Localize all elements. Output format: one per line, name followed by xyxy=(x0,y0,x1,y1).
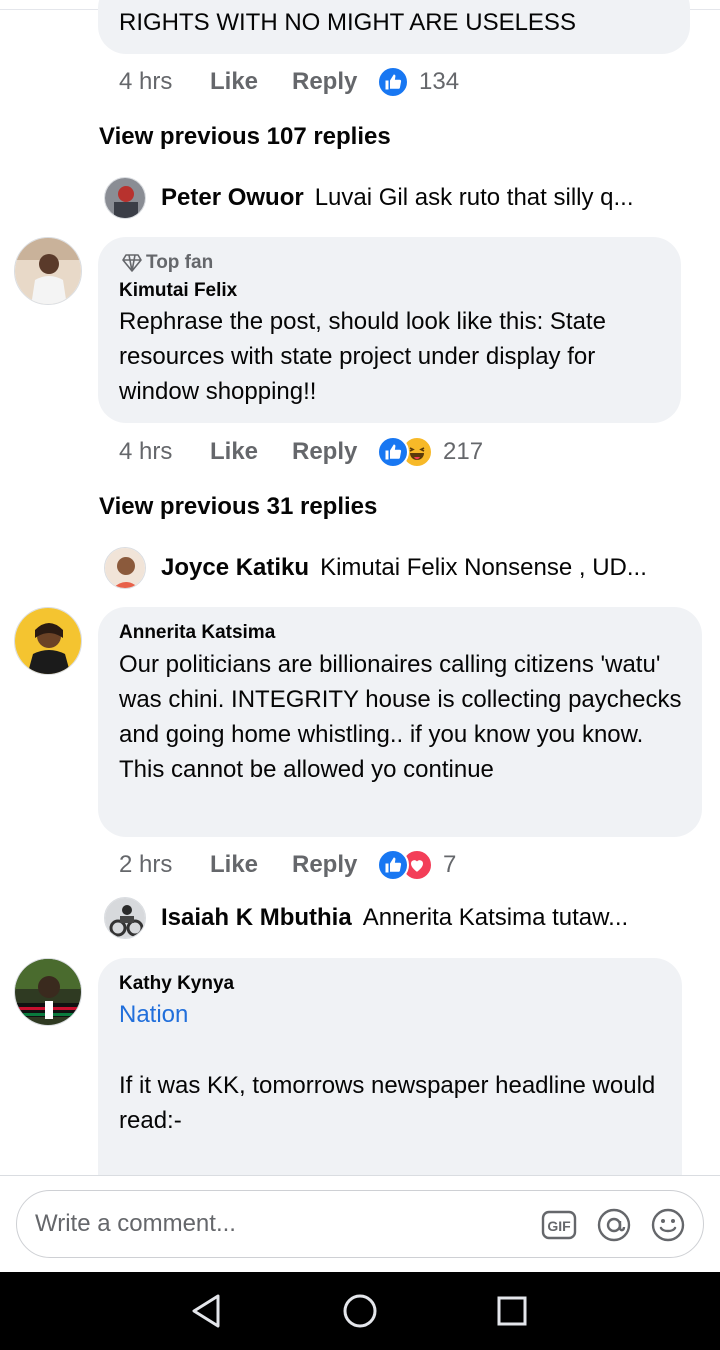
reply-preview-text: Annerita Katsima tutaw... xyxy=(362,904,629,931)
comment-time[interactable]: 4 hrs xyxy=(119,438,210,466)
home-icon[interactable] xyxy=(340,1291,380,1331)
comment-time[interactable]: 4 hrs xyxy=(119,68,210,96)
comment-author[interactable]: Kathy Kynya xyxy=(119,972,234,996)
recents-icon[interactable] xyxy=(492,1291,532,1331)
badge-label: Top fan xyxy=(146,252,214,273)
reply-button[interactable]: Reply xyxy=(292,68,377,96)
mention-link[interactable]: Nation xyxy=(119,999,188,1031)
reply-author[interactable]: Peter Owuor xyxy=(161,184,304,212)
mention-icon[interactable] xyxy=(596,1207,632,1243)
comment-actions: 4 hrs Like Reply 217 xyxy=(119,434,483,470)
reply-preview-text: Luvai Gil ask ruto that silly q... xyxy=(314,184,634,211)
last-reply-preview[interactable]: Peter Owuor Luvai Gil ask ruto that sill… xyxy=(104,177,634,219)
comment-bubble[interactable]: RIGHTS WITH NO MIGHT ARE USELESS xyxy=(98,0,690,54)
like-button[interactable]: Like xyxy=(210,438,292,466)
diamond-icon xyxy=(122,254,142,272)
top-fan-badge: Top fan xyxy=(122,251,213,275)
system-nav-bar xyxy=(0,1272,720,1350)
comment-bubble[interactable]: Top fan Kimutai Felix Rephrase the post,… xyxy=(98,237,681,423)
comment-text: Our politicians are billionaires calling… xyxy=(119,651,682,783)
composer-divider xyxy=(0,1175,720,1176)
comment-author[interactable]: Kimutai Felix xyxy=(119,279,237,303)
last-reply-preview[interactable]: Isaiah K Mbuthia Annerita Katsima tutaw.… xyxy=(104,897,628,939)
reaction-count: 217 xyxy=(443,438,484,465)
comment-time[interactable]: 2 hrs xyxy=(119,851,210,879)
comment-actions: 4 hrs Like Reply 134 xyxy=(119,64,459,100)
avatar[interactable] xyxy=(14,237,82,305)
comment-composer[interactable]: GIF xyxy=(16,1190,704,1258)
like-button[interactable]: Like xyxy=(210,851,292,879)
like-icon xyxy=(377,849,409,881)
comment-input[interactable] xyxy=(35,1191,515,1257)
last-reply-preview[interactable]: Joyce Katiku Kimutai Felix Nonsense , UD… xyxy=(104,547,647,589)
gif-icon[interactable]: GIF xyxy=(541,1207,577,1243)
reply-preview-text: Kimutai Felix Nonsense , UD... xyxy=(320,554,647,581)
view-previous-replies[interactable]: View previous 107 replies xyxy=(99,123,391,151)
avatar[interactable] xyxy=(104,177,146,219)
reactions-summary[interactable]: 7 xyxy=(377,849,456,881)
comment-author[interactable]: Annerita Katsima xyxy=(119,621,275,645)
comment-bubble[interactable]: Annerita Katsima Our politicians are bil… xyxy=(98,607,702,837)
reactions-summary[interactable]: 134 xyxy=(377,66,459,98)
reaction-count: 134 xyxy=(419,68,460,95)
avatar[interactable] xyxy=(14,607,82,675)
svg-text:GIF: GIF xyxy=(547,1218,571,1234)
reply-author[interactable]: Joyce Katiku xyxy=(161,554,309,582)
reaction-count: 7 xyxy=(443,851,457,878)
view-previous-replies[interactable]: View previous 31 replies xyxy=(99,493,377,521)
reactions-summary[interactable]: 217 xyxy=(377,436,483,468)
avatar[interactable] xyxy=(104,547,146,589)
comment-text: RIGHTS WITH NO MIGHT ARE USELESS xyxy=(119,9,576,36)
like-icon xyxy=(377,436,409,468)
like-button[interactable]: Like xyxy=(210,68,292,96)
emoji-icon[interactable] xyxy=(650,1207,686,1243)
reply-author[interactable]: Isaiah K Mbuthia xyxy=(161,904,352,932)
like-icon xyxy=(377,66,409,98)
comment-text: If it was KK, tomorrows newspaper headli… xyxy=(119,1072,656,1134)
avatar[interactable] xyxy=(14,958,82,1026)
reply-button[interactable]: Reply xyxy=(292,438,377,466)
reply-button[interactable]: Reply xyxy=(292,851,377,879)
comment-text: Rephrase the post, should look like this… xyxy=(119,308,606,405)
avatar[interactable] xyxy=(104,897,146,939)
back-icon[interactable] xyxy=(186,1291,226,1331)
comment-actions: 2 hrs Like Reply 7 xyxy=(119,847,456,883)
